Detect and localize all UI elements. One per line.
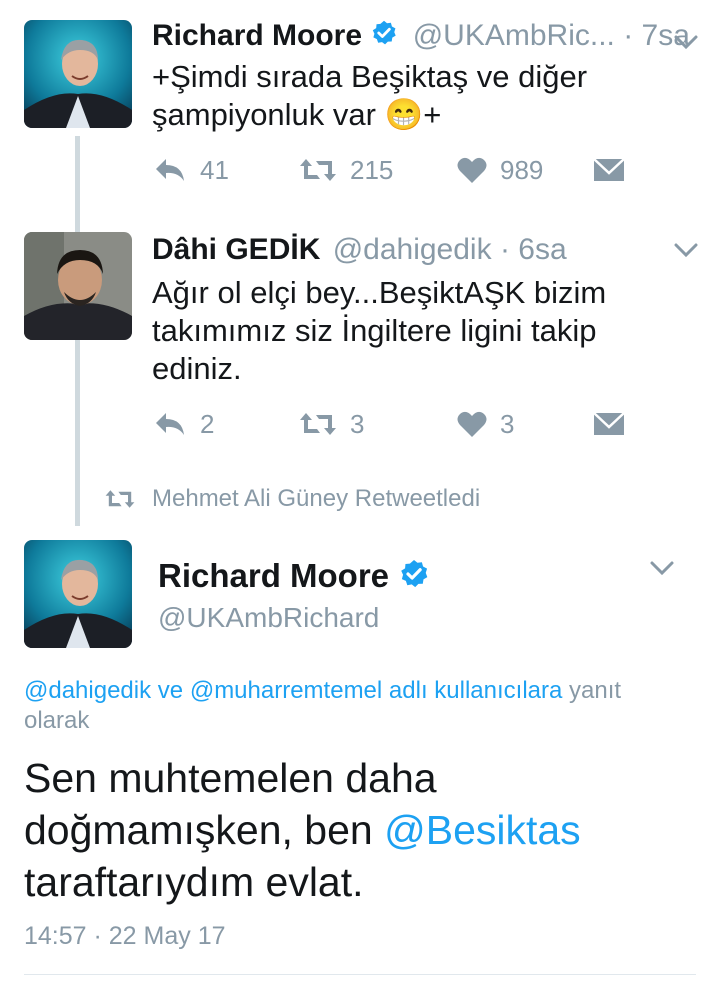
user-name[interactable]: Dâhi GEDİK xyxy=(152,233,320,266)
tweet-text-line: Sen muhtemelen daha xyxy=(24,755,437,801)
reply-context-text: olarak xyxy=(24,707,90,734)
avatar-dahi-gedik-image xyxy=(24,232,132,340)
retweet-context[interactable]: Mehmet Ali Güney Retweetledi xyxy=(104,484,480,514)
heart-icon xyxy=(457,411,487,437)
tweet-text-line: doğmamışken, ben @Besiktas xyxy=(24,804,696,856)
tweet-text-line: Ağır ol elçi bey...BeşiktAŞK bizim xyxy=(152,275,607,310)
retweet-count: 215 xyxy=(350,154,394,185)
reply-icon xyxy=(156,413,184,435)
tweet-timestamp[interactable]: 14:57 · 22 May 17 xyxy=(24,920,226,952)
reply-context-text: ve xyxy=(157,677,184,704)
reply-count: 2 xyxy=(200,408,215,439)
heart-icon xyxy=(457,157,487,183)
like-count: 989 xyxy=(500,154,544,185)
tweet-header: Richard Moore @UKAmbRic... · 7sa xyxy=(152,18,690,56)
user-name[interactable]: Richard Moore xyxy=(152,19,362,52)
tweet-text-line: ediniz. xyxy=(152,351,242,386)
avatar[interactable] xyxy=(24,20,132,128)
mention-link[interactable]: @muharremtemel xyxy=(190,677,382,704)
tweet-text-line: taraftarıydım evlat. xyxy=(24,859,364,905)
retweet-icon xyxy=(300,413,336,435)
retweet-button[interactable]: 3 xyxy=(298,409,456,440)
chevron-down-icon[interactable] xyxy=(648,558,676,578)
user-name[interactable]: Richard Moore xyxy=(158,557,389,594)
tweet-text-segment: şampiyonluk var xyxy=(152,97,376,132)
envelope-icon xyxy=(593,158,625,181)
dm-button[interactable] xyxy=(592,155,626,185)
reply-icon xyxy=(156,159,184,181)
grinning-emoji: 😁 xyxy=(384,97,424,132)
chevron-down-icon[interactable] xyxy=(672,32,700,52)
tweet-actions: 41 215 989 xyxy=(152,150,626,190)
mention-link[interactable]: @Besiktas xyxy=(384,807,581,853)
avatar-richard-moore-image xyxy=(24,20,132,128)
avatar-richard-moore-image xyxy=(24,540,132,648)
tweet-text-segment: doğmamışken, ben xyxy=(24,807,373,853)
verified-badge-icon xyxy=(398,558,430,599)
dm-button[interactable] xyxy=(592,409,626,439)
tweet-text: Ağır ol elçi bey...BeşiktAŞK bizim takım… xyxy=(152,274,692,388)
tweet-text-line: takımımız siz İngiltere ligini takip xyxy=(152,313,597,348)
tweet-text-segment: + xyxy=(423,97,442,132)
like-button[interactable]: 989 xyxy=(456,155,592,186)
reply-button[interactable]: 41 xyxy=(152,155,298,186)
user-handle[interactable]: @UKAmbRic... xyxy=(413,19,615,52)
tweet-time[interactable]: · 6sa xyxy=(500,233,567,266)
tweet-actions: 2 3 3 xyxy=(152,404,626,444)
user-handle[interactable]: @UKAmbRichard xyxy=(158,600,379,636)
tweet-text-line: şampiyonluk var 😁+ xyxy=(152,96,692,134)
retweet-icon xyxy=(105,490,135,508)
verified-badge-icon xyxy=(370,19,398,56)
reply-context: @dahigedik ve @muharremtemel adlı kullan… xyxy=(24,676,696,736)
main-tweet-name-row: Richard Moore xyxy=(158,556,430,599)
envelope-icon xyxy=(593,412,625,435)
retweet-button[interactable]: 215 xyxy=(298,155,456,186)
tweet-text: +Şimdi sırada Beşiktaş ve diğer şampiyon… xyxy=(152,58,692,134)
reply-context-text: yanıt xyxy=(569,677,622,704)
tweet-header: Dâhi GEDİK @dahigedik · 6sa xyxy=(152,232,567,268)
divider xyxy=(24,974,696,975)
reply-count: 41 xyxy=(200,154,229,185)
retweet-count: 3 xyxy=(350,408,365,439)
user-handle[interactable]: @dahigedik xyxy=(333,233,492,266)
tweet-text-line: +Şimdi sırada Beşiktaş ve diğer xyxy=(152,59,588,94)
retweeted-by-text: Mehmet Ali Güney Retweetledi xyxy=(152,485,481,512)
like-count: 3 xyxy=(500,408,515,439)
like-button[interactable]: 3 xyxy=(456,409,592,440)
chevron-down-icon[interactable] xyxy=(672,240,700,260)
retweet-icon xyxy=(300,159,336,181)
avatar[interactable] xyxy=(24,232,132,340)
reply-button[interactable]: 2 xyxy=(152,409,298,440)
avatar[interactable] xyxy=(24,540,132,648)
main-tweet-text: Sen muhtemelen daha doğmamışken, ben @Be… xyxy=(24,752,696,908)
reply-context-line: @dahigedik ve @muharremtemel adlı kullan… xyxy=(24,676,696,706)
mention-link[interactable]: @dahigedik xyxy=(24,677,151,704)
reply-context-text[interactable]: adlı kullanıcılara xyxy=(389,677,562,704)
